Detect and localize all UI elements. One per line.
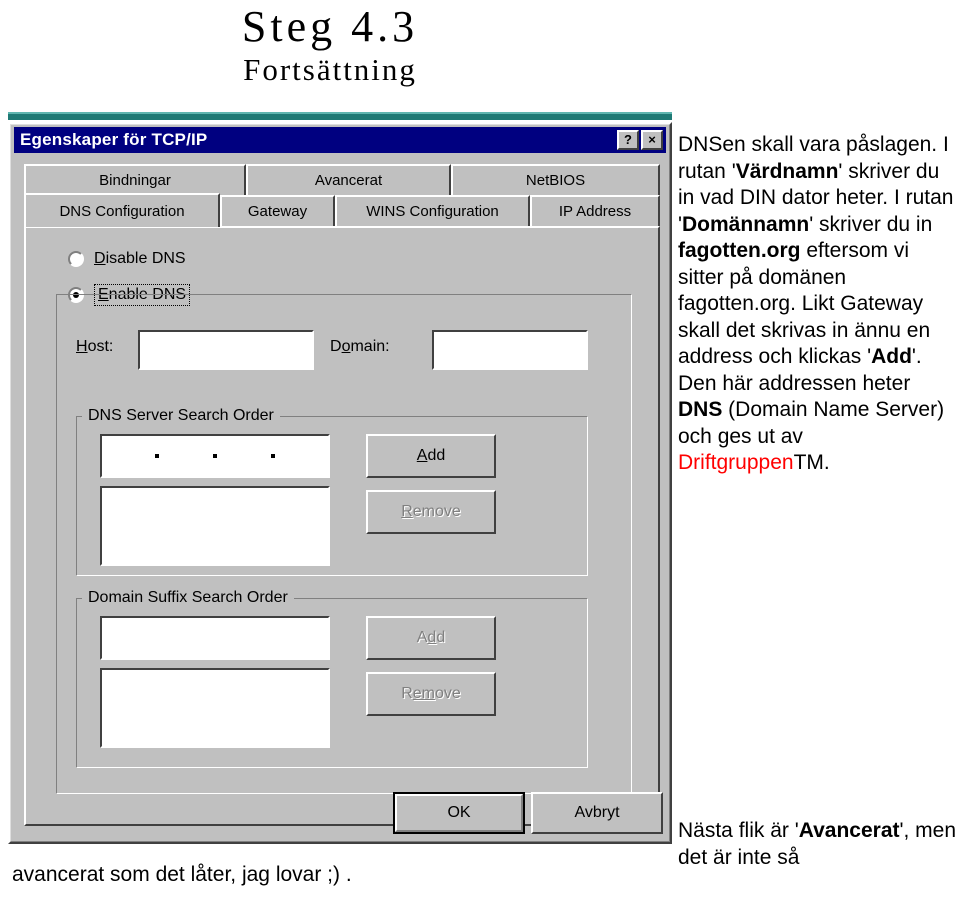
dns-configuration-panel: Disable DNS Enable DNS Host: Domain: DNS… xyxy=(24,226,660,826)
footnote-right: Nästa flik är 'Avancerat', men det är in… xyxy=(678,818,960,871)
ip-separator-dot-icon xyxy=(271,454,275,458)
footnote-left: avancerat som det låter, jag lovar ;) . xyxy=(12,863,352,886)
radio-disable-dns[interactable]: Disable DNS xyxy=(68,250,186,268)
dialog-title-text: Egenskaper för TCP/IP xyxy=(20,130,208,149)
domain-suffix-list[interactable] xyxy=(100,668,330,748)
domain-suffix-input[interactable] xyxy=(100,616,330,660)
tab-strip: Bindningar Avancerat NetBIOS DNS Configu… xyxy=(24,164,660,227)
cancel-button[interactable]: Avbryt xyxy=(531,792,663,834)
tcpip-properties-dialog: Egenskaper för TCP/IP ? × Bindningar Ava… xyxy=(8,122,672,844)
instruction-bold-dns: DNS xyxy=(678,398,723,421)
tab-ip-address[interactable]: IP Address xyxy=(530,195,660,226)
instruction-text-3: ' skriver du in xyxy=(809,212,933,236)
page-title: Steg 4.3 Fortsättning xyxy=(0,0,660,90)
ip-separator-dot-icon xyxy=(155,454,159,458)
ok-button-bevel: OK xyxy=(395,794,523,832)
dns-remove-button-label: Remove xyxy=(401,503,461,520)
accent-bar xyxy=(8,112,672,120)
help-icon[interactable]: ? xyxy=(617,130,639,150)
page-title-sub: Fortsättning xyxy=(243,52,417,87)
dns-add-button[interactable]: Add xyxy=(366,434,496,478)
footnote-bold-avancerat: Avancerat xyxy=(798,819,900,842)
tab-bindningar[interactable]: Bindningar xyxy=(24,164,246,195)
tab-netbios[interactable]: NetBIOS xyxy=(451,164,660,195)
dns-remove-button[interactable]: Remove xyxy=(366,490,496,534)
host-input[interactable] xyxy=(138,330,314,370)
suffix-add-button-label: Add xyxy=(416,629,446,646)
host-label: Host: xyxy=(76,338,114,355)
suffix-remove-button[interactable]: Remove xyxy=(366,672,496,716)
ip-separator-dot-icon xyxy=(213,454,217,458)
titlebar-button-group: ? × xyxy=(617,130,666,150)
domain-input[interactable] xyxy=(432,330,588,370)
tab-row-top: Bindningar Avancerat NetBIOS xyxy=(24,164,660,195)
tab-row-bottom: DNS Configuration Gateway WINS Configura… xyxy=(24,193,660,227)
domain-label: Domain: xyxy=(330,338,390,355)
tab-dns-configuration[interactable]: DNS Configuration xyxy=(24,193,220,227)
domain-suffix-search-order-title: Domain Suffix Search Order xyxy=(82,589,294,607)
dns-add-button-label: Add xyxy=(416,447,446,464)
ok-button-label: OK xyxy=(447,804,471,821)
footnote-right-text-1: Nästa flik är ' xyxy=(678,819,799,842)
ok-button[interactable]: OK xyxy=(393,792,525,834)
radio-disable-dns-label: Disable DNS xyxy=(94,250,186,267)
tab-wins-configuration[interactable]: WINS Configuration xyxy=(335,195,530,226)
tab-gateway[interactable]: Gateway xyxy=(220,195,335,226)
instruction-bold-add: Add xyxy=(871,345,912,368)
dialog-titlebar[interactable]: Egenskaper för TCP/IP ? × xyxy=(14,127,666,153)
instruction-brand-driftgruppen: Driftgruppen xyxy=(678,451,794,474)
instruction-bold-fagotten: fagotten.org xyxy=(678,239,801,262)
instruction-bold-domannamn: Domännamn xyxy=(682,212,810,236)
cancel-button-label: Avbryt xyxy=(574,804,620,821)
dns-server-ip-input[interactable] xyxy=(100,434,330,478)
close-icon[interactable]: × xyxy=(641,130,663,150)
dns-server-list[interactable] xyxy=(100,486,330,566)
suffix-add-button[interactable]: Add xyxy=(366,616,496,660)
suffix-remove-button-label: Remove xyxy=(401,685,461,702)
dns-server-search-order-title: DNS Server Search Order xyxy=(82,407,280,425)
radio-dot-icon xyxy=(68,251,84,267)
page-title-main: Steg 4.3 xyxy=(241,2,419,51)
instruction-text-7: TM. xyxy=(793,451,830,474)
instruction-bold-vardnamn: Värdnamn xyxy=(735,159,839,183)
tab-avancerat[interactable]: Avancerat xyxy=(246,164,451,195)
instruction-paragraph: DNSen skall vara påslagen. I rutan 'Värd… xyxy=(678,132,956,477)
